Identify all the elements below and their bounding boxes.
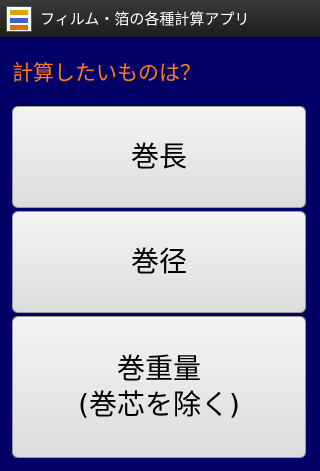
- roll-weight-button[interactable]: 巻重量 (巻芯を除く): [12, 316, 306, 458]
- roll-length-button[interactable]: 巻長: [12, 106, 306, 208]
- roll-diameter-label: 巻径: [130, 245, 187, 278]
- roll-weight-sublabel: (巻芯を除く): [78, 388, 240, 421]
- roll-weight-label: 巻重量: [116, 352, 201, 385]
- prompt-text: 計算したいものは？: [12, 61, 201, 85]
- title-bar: フィルム・箔の各種計算アプリ: [0, 0, 320, 38]
- app-icon: [6, 6, 32, 32]
- app-title: フィルム・箔の各種計算アプリ: [40, 10, 250, 28]
- roll-length-label: 巻長: [130, 140, 187, 173]
- roll-diameter-button[interactable]: 巻径: [12, 211, 306, 313]
